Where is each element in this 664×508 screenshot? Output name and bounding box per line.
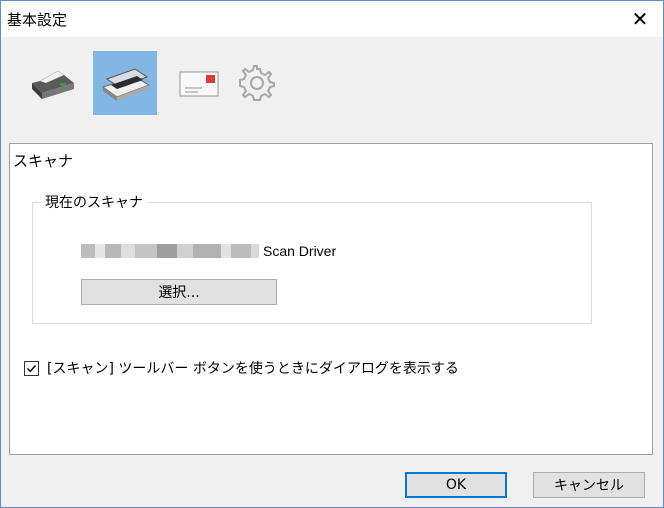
mail-icon bbox=[179, 71, 219, 97]
scanner-icon bbox=[101, 68, 151, 101]
redacted-scanner-model bbox=[81, 244, 259, 258]
ok-button[interactable]: OK bbox=[405, 472, 507, 498]
category-toolbar bbox=[1, 37, 663, 135]
select-scanner-button[interactable]: 選択... bbox=[81, 279, 277, 305]
show-dialog-label: [スキャン] ツールバー ボタンを使うときにダイアログを表示する bbox=[47, 361, 459, 377]
cancel-button[interactable]: キャンセル bbox=[533, 472, 645, 498]
dialog-window: 基本設定 ✕ スキャナ 現在のスキャナ Scan Driver 選択... [ス… bbox=[0, 0, 664, 508]
checkmark-icon bbox=[26, 364, 37, 372]
group-legend: 現在のスキャナ bbox=[41, 192, 147, 212]
printer-icon bbox=[32, 70, 74, 99]
scanner-name: Scan Driver bbox=[263, 243, 337, 259]
tab-mail[interactable] bbox=[167, 51, 231, 115]
panel-title: スキャナ bbox=[13, 152, 74, 170]
show-dialog-checkbox[interactable] bbox=[24, 360, 39, 376]
current-scanner-group: 現在のスキャナ Scan Driver 選択... bbox=[32, 192, 592, 324]
tab-printer[interactable] bbox=[19, 51, 83, 115]
current-scanner-value: Scan Driver bbox=[81, 241, 336, 261]
title-bar: 基本設定 ✕ bbox=[1, 1, 663, 37]
close-button[interactable]: ✕ bbox=[617, 1, 663, 37]
tab-settings[interactable] bbox=[225, 51, 289, 115]
gear-icon bbox=[239, 65, 275, 101]
window-title: 基本設定 bbox=[7, 11, 68, 29]
close-icon: ✕ bbox=[631, 7, 649, 31]
show-dialog-option[interactable]: [スキャン] ツールバー ボタンを使うときにダイアログを表示する bbox=[24, 358, 459, 378]
tab-scanner[interactable] bbox=[93, 51, 157, 115]
scanner-settings-panel: スキャナ 現在のスキャナ Scan Driver 選択... [スキャン] ツー… bbox=[9, 143, 653, 455]
